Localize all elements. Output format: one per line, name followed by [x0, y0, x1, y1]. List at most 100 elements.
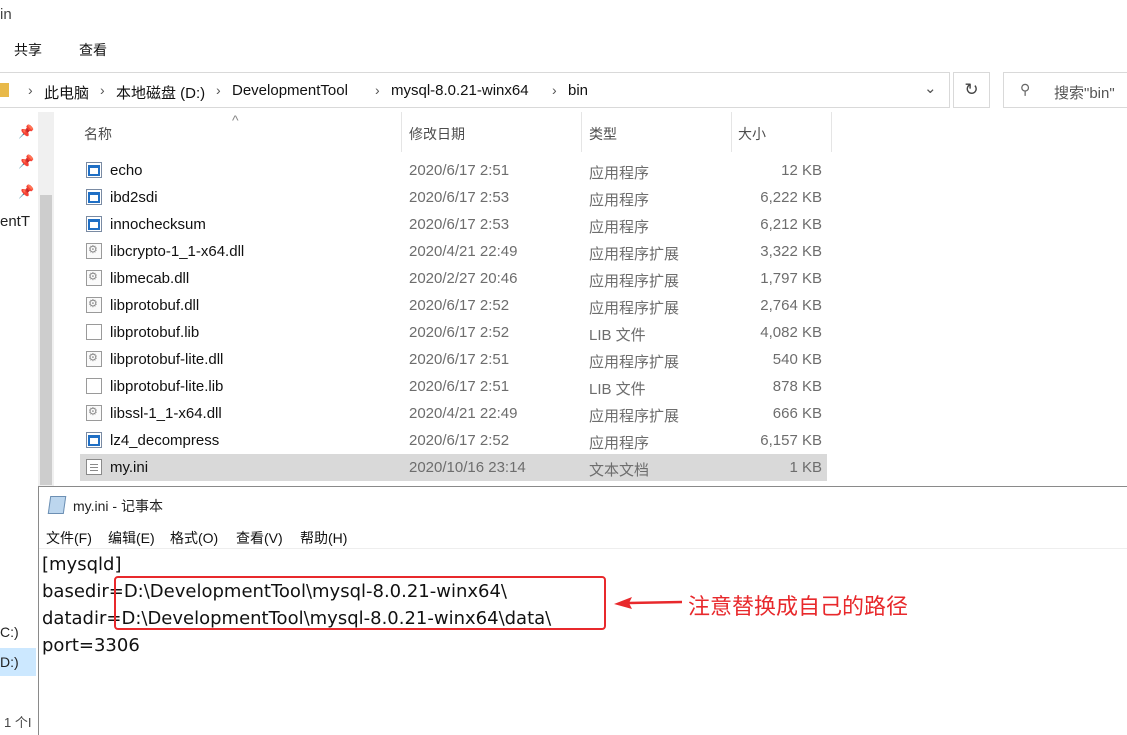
file-row[interactable]: lz4_decompress 2020/6/17 2:52 应用程序 6,157 KB	[80, 427, 827, 454]
address-bar[interactable]: › 此电脑 › 本地磁盘 (D:) › DevelopmentTool › my…	[0, 72, 950, 108]
file-row[interactable]: libssl-1_1-x64.dll 2020/4/21 22:49 应用程序扩展 6…	[80, 400, 827, 427]
file-size: 1,797 KB	[760, 270, 822, 287]
ribbon: 共享 查看	[0, 36, 1127, 64]
dll-file-icon	[86, 297, 102, 313]
column-divider[interactable]	[401, 112, 402, 152]
file-row[interactable]: echo 2020/6/17 2:51 应用程序 12 KB	[80, 157, 827, 184]
chevron-down-icon[interactable]: ⌄	[924, 79, 937, 97]
dll-file-icon	[86, 243, 102, 259]
file-name: innochecksum	[110, 216, 206, 233]
exe-file-icon	[86, 162, 102, 178]
column-header-name[interactable]: 名称	[84, 124, 112, 144]
pin-icon[interactable]: 📌	[18, 184, 34, 200]
file-size: 4,082 KB	[760, 324, 822, 341]
file-type: 应用程序扩展	[589, 246, 680, 263]
file-type: 文本文档	[589, 462, 650, 479]
dll-file-icon	[86, 405, 102, 421]
file-date: 2020/6/17 2:51	[409, 351, 510, 368]
file-date: 2020/6/17 2:52	[409, 297, 510, 314]
file-date: 2020/6/17 2:53	[409, 216, 510, 233]
menu-edit[interactable]: 编辑(E)	[108, 528, 155, 548]
nav-scrollbar-thumb[interactable]	[40, 195, 52, 485]
breadcrumb-bin[interactable]: bin	[568, 82, 588, 99]
menu-format[interactable]: 格式(O)	[170, 528, 218, 548]
file-name: libssl-1_1-x64.dll	[110, 405, 222, 422]
file-name: libprotobuf.dll	[110, 297, 200, 314]
file-name: libprotobuf-lite.dll	[110, 351, 224, 368]
file-type: 应用程序	[589, 192, 650, 209]
file-name: libmecab.dll	[110, 270, 190, 287]
column-header-type[interactable]: 类型	[589, 124, 617, 144]
status-bar-item-count: 1 个I	[4, 715, 32, 730]
file-row[interactable]: innochecksum 2020/6/17 2:53 应用程序 6,212 KB	[80, 211, 827, 238]
notepad-menu-bar: 文件(F) 编辑(E) 格式(O) 查看(V) 帮助(H)	[39, 524, 1127, 549]
breadcrumb-drive-d[interactable]: 本地磁盘 (D:)	[116, 82, 205, 103]
arrow-left-icon	[614, 597, 683, 609]
file-row[interactable]: libprotobuf.dll 2020/6/17 2:52 应用程序扩展 2,764…	[80, 292, 827, 319]
file-type: 应用程序	[589, 165, 650, 182]
lib-file-icon	[86, 324, 102, 340]
search-input[interactable]: ⚲ 搜索"bin"	[1003, 72, 1127, 108]
file-size: 666 KB	[772, 405, 822, 422]
file-date: 2020/2/27 20:46	[409, 270, 518, 287]
exe-file-icon	[86, 216, 102, 232]
file-row[interactable]: my.ini 2020/10/16 23:14 文本文档 1 KB	[80, 454, 827, 481]
folder-icon	[0, 83, 9, 97]
dll-file-icon	[86, 351, 102, 367]
file-name: libprotobuf-lite.lib	[110, 378, 224, 395]
text-line: [mysqld]	[42, 554, 122, 575]
window-title: in	[0, 6, 12, 23]
file-name: lz4_decompress	[110, 432, 220, 449]
file-size: 12 KB	[781, 162, 822, 179]
refresh-button[interactable]: ↻	[953, 72, 990, 108]
file-name: libprotobuf.lib	[110, 324, 200, 341]
pin-icon[interactable]: 📌	[18, 124, 34, 140]
file-type: 应用程序扩展	[589, 354, 680, 371]
file-name: libcrypto-1_1-x64.dll	[110, 243, 245, 260]
file-size: 878 KB	[772, 378, 822, 395]
file-size: 3,322 KB	[760, 243, 822, 260]
file-size: 6,222 KB	[760, 189, 822, 206]
ribbon-tab-share[interactable]: 共享	[14, 40, 42, 60]
column-divider[interactable]	[731, 112, 732, 152]
file-size: 6,157 KB	[760, 432, 822, 449]
menu-file[interactable]: 文件(F)	[46, 528, 92, 548]
pin-icon[interactable]: 📌	[18, 154, 34, 170]
breadcrumb-developmenttool[interactable]: DevelopmentTool	[232, 82, 348, 99]
column-header-size[interactable]: 大小	[738, 124, 766, 144]
file-row[interactable]: libcrypto-1_1-x64.dll 2020/4/21 22:49 应用程序…	[80, 238, 827, 265]
file-row[interactable]: ibd2sdi 2020/6/17 2:53 应用程序 6,222 KB	[80, 184, 827, 211]
txt-file-icon	[86, 459, 102, 475]
file-row[interactable]: libmecab.dll 2020/2/27 20:46 应用程序扩展 1,797 K…	[80, 265, 827, 292]
menu-help[interactable]: 帮助(H)	[300, 528, 347, 548]
file-size: 6,212 KB	[760, 216, 822, 233]
file-row[interactable]: libprotobuf.lib 2020/6/17 2:52 LIB 文件 4,082…	[80, 319, 827, 346]
nav-item-drive-c[interactable]: C:)	[0, 624, 19, 640]
file-name: ibd2sdi	[110, 189, 158, 206]
file-size: 2,764 KB	[760, 297, 822, 314]
file-row[interactable]: libprotobuf-lite.dll 2020/6/17 2:51 应用程序扩展…	[80, 346, 827, 373]
column-divider[interactable]	[831, 112, 832, 152]
file-type: LIB 文件	[589, 381, 646, 398]
notepad-icon	[47, 496, 67, 514]
breadcrumb-this-pc[interactable]: 此电脑	[44, 82, 89, 103]
exe-file-icon	[86, 189, 102, 205]
file-date: 2020/6/17 2:51	[409, 378, 510, 395]
nav-item-fragment[interactable]: entT	[0, 213, 30, 230]
nav-item-drive-d[interactable]: D:)	[0, 654, 19, 670]
chevron-right-icon: ›	[552, 82, 557, 98]
chevron-right-icon: ›	[216, 82, 221, 98]
highlight-box	[114, 576, 606, 630]
refresh-icon: ↻	[964, 80, 979, 99]
file-date: 2020/4/21 22:49	[409, 405, 518, 422]
file-row[interactable]: libprotobuf-lite.lib 2020/6/17 2:51 LIB 文件…	[80, 373, 827, 400]
column-divider[interactable]	[581, 112, 582, 152]
dll-file-icon	[86, 270, 102, 286]
file-date: 2020/6/17 2:51	[409, 162, 510, 179]
ribbon-tab-view[interactable]: 查看	[79, 40, 107, 60]
annotation-note: 注意替换成自己的路径	[688, 594, 909, 619]
column-header-date[interactable]: 修改日期	[409, 124, 465, 144]
exe-file-icon	[86, 432, 102, 448]
menu-view[interactable]: 查看(V)	[236, 528, 283, 548]
breadcrumb-mysql[interactable]: mysql-8.0.21-winx64	[391, 82, 529, 99]
